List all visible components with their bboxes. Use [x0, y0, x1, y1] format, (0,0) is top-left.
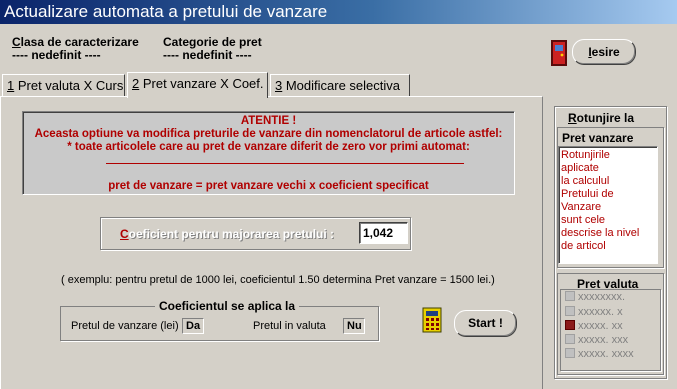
checkbox-checked-icon: [565, 320, 575, 330]
apply-pret-vanzare-label: Pretul de vanzare (lei): [71, 320, 179, 332]
rotunjire-info-list[interactable]: Rotunjirile aplicate la calculul Pretulu…: [558, 146, 658, 264]
list-item: Pretului de: [561, 188, 614, 200]
coef-input[interactable]: 1,042: [359, 222, 408, 244]
tab-pret-vanzare-coef[interactable]: 2 Pret vanzare X Coef.: [127, 72, 268, 98]
clasa-label: Clasa de caracterizare: [12, 35, 139, 49]
categorie-label: Categorie de pret: [163, 35, 262, 49]
exit-button[interactable]: Iesire: [572, 39, 636, 65]
list-item: Rotunjirile: [561, 149, 610, 161]
rotunjire-title: Rotunjire la: [568, 111, 635, 125]
pret-vanzare-title: Pret vanzare: [562, 131, 634, 145]
apply-pret-valuta-toggle[interactable]: Nu: [343, 318, 365, 334]
categorie-value: ---- nedefinit ----: [163, 48, 252, 62]
apply-pret-vanzare-toggle[interactable]: Da: [182, 318, 204, 334]
clasa-value: ---- nedefinit ----: [12, 48, 101, 62]
apply-legend: Coeficientul se aplica la: [155, 299, 300, 313]
coef-label: Coeficient pentru majorarea pretului :: [120, 227, 335, 241]
warning-line1: Aceasta optiune va modifica preturile de…: [34, 128, 503, 140]
tab-pret-valuta-curs[interactable]: 1 Pret valuta X Curs: [2, 74, 125, 97]
apply-pret-valuta-label: Pretul in valuta: [253, 320, 326, 332]
list-item: descrise la nivel: [561, 227, 640, 239]
list-item: sunt cele: [561, 214, 606, 226]
pret-valuta-option[interactable]: xxxxxxxx.: [565, 291, 625, 303]
list-item: aplicate: [561, 162, 599, 174]
warning-formula: pret de vanzare = pret vanzare vechi x c…: [108, 180, 429, 192]
pret-valuta-option[interactable]: xxxxx. xxx: [565, 334, 628, 346]
start-button[interactable]: Start !: [454, 310, 517, 337]
checkbox-icon: [565, 291, 575, 301]
pret-valuta-option[interactable]: xxxxx. xxxx: [565, 348, 634, 360]
calculator-icon: [422, 307, 442, 333]
list-item: Vanzare: [561, 201, 602, 213]
pret-valuta-option[interactable]: xxxxxx. x: [565, 306, 623, 318]
door-exit-icon: [551, 40, 567, 66]
example-text: ( exemplu: pentru pretul de 1000 lei, co…: [61, 274, 495, 286]
list-item: de articol: [561, 240, 606, 252]
tab-modificare-selectiva[interactable]: 3 Modificare selectiva: [270, 74, 410, 97]
list-item: la calculul: [561, 175, 610, 187]
checkbox-icon: [565, 348, 575, 358]
checkbox-icon: [565, 306, 575, 316]
warning-box: ATENTIE ! Aceasta optiune va modifica pr…: [22, 111, 515, 195]
warning-separator: [106, 163, 464, 164]
pret-valuta-option[interactable]: xxxxx. xx: [565, 320, 623, 332]
warning-line2: * toate articolele care au pret de vanza…: [67, 141, 470, 153]
window-title: Actualizare automata a pretului de vanza…: [0, 0, 677, 24]
warning-title: ATENTIE !: [240, 115, 297, 127]
checkbox-icon: [565, 334, 575, 344]
